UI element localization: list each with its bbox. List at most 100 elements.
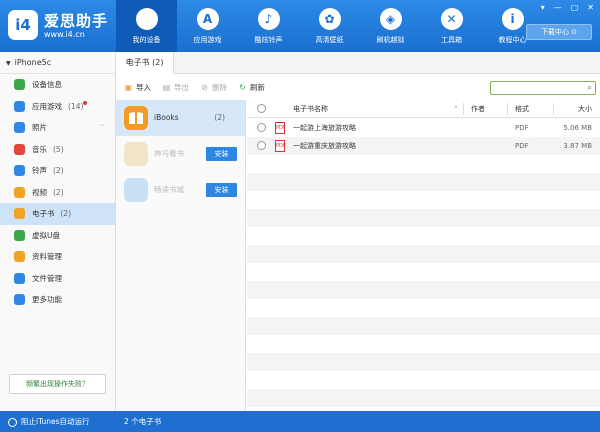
sidebar-item-file[interactable]: 文件管理 — [0, 268, 115, 290]
install-button[interactable]: 安装 — [206, 183, 237, 197]
sidebar-item-photo[interactable]: 照片 ﹀ — [0, 117, 115, 139]
sidebar-item-label: 更多功能 — [32, 295, 62, 304]
sidebar-item-bell[interactable]: 铃声 (2) — [0, 160, 115, 182]
row-checkbox[interactable] — [257, 123, 266, 132]
search-input[interactable]: ⌕ — [490, 81, 596, 95]
tab-strip: 电子书 (2) — [116, 52, 600, 74]
export-button[interactable]: ▤ 导出 — [162, 82, 189, 93]
sort-icon[interactable]: ⌃ — [453, 100, 459, 118]
nav-box[interactable]: ◈ 刷机越狱 — [360, 0, 421, 52]
empty-row — [247, 389, 600, 407]
sidebar-list: 设备信息 应用游戏 (14) 照片 ﹀ 音乐 (5) 铃声 (2) 视频 (2) 电子书 (2) 虚拟U盘… — [0, 74, 115, 311]
sidebar-item-video[interactable]: 视频 (2) — [0, 182, 115, 204]
block-itunes-toggle[interactable]: 阻止iTunes自动运行 — [8, 411, 90, 432]
photo-icon — [14, 122, 25, 133]
header-author[interactable]: 作者 — [471, 100, 485, 118]
nav-label: 高清壁纸 — [315, 36, 344, 44]
app-name: 神马看书 — [154, 149, 184, 158]
nav-label: 我的设备 — [132, 36, 161, 44]
table-row[interactable]: PDF 一起游上海旅游攻略 PDF 5.06 MB — [247, 119, 600, 137]
info-icon — [14, 79, 25, 90]
import-button[interactable]: ▣ 导入 — [124, 82, 151, 93]
sidebar-item-count: (14) — [68, 101, 84, 111]
select-all-checkbox[interactable] — [257, 104, 266, 113]
sidebar-item-label: 电子书 — [32, 209, 55, 218]
download-center-button[interactable]: 下载中心 ⊙ — [526, 24, 592, 40]
empty-row — [247, 245, 600, 263]
window-controls: ▾ — ▢ ✕ — [541, 3, 594, 12]
sidebar-item-label: 音乐 — [32, 144, 47, 154]
header-name[interactable]: 电子书名称 — [293, 100, 328, 118]
ebook-size: 3.87 MB — [563, 142, 592, 150]
sidebar-item-count: (5) — [53, 144, 64, 154]
header-size[interactable]: 大小 — [578, 100, 592, 118]
sidebar: ▼ iPhone5c 设备信息 应用游戏 (14) 照片 ﹀ 音乐 (5) 铃声 (2) 视频 (2)… — [0, 52, 116, 411]
pdf-file-icon: PDF — [275, 140, 286, 152]
nav-bell[interactable]: ♪ 酷炫铃声 — [238, 0, 299, 52]
sidebar-item-appstore[interactable]: 应用游戏 (14) — [0, 96, 115, 118]
delete-label: 删除 — [212, 83, 227, 92]
flower-icon: ✿ — [318, 8, 341, 30]
close-icon[interactable]: ✕ — [587, 3, 594, 12]
ebook-format: PDF — [515, 142, 529, 150]
empty-row — [247, 173, 600, 191]
app-row-shenma: 神马看书 安装 — [116, 136, 245, 172]
app-logo: i4 爱思助手 www.i4.cn — [8, 8, 128, 46]
file-icon — [14, 272, 25, 284]
shenma-reader-icon — [124, 142, 148, 166]
apple-icon — [135, 8, 158, 30]
empty-row — [247, 335, 600, 353]
maximize-icon[interactable]: ▢ — [571, 3, 579, 12]
empty-row — [247, 353, 600, 371]
app-row-ibooks[interactable]: iBooks (2) — [116, 100, 245, 136]
logo-mark: i4 — [8, 10, 38, 40]
menu-icon[interactable]: ▾ — [541, 3, 545, 12]
appstore-icon — [14, 100, 25, 112]
app-source-list: iBooks (2) 神马看书 安装 畅读书城 安装 — [116, 100, 246, 411]
empty-row — [247, 227, 600, 245]
import-icon: ▣ — [124, 83, 133, 92]
block-itunes-label: 阻止iTunes自动运行 — [21, 417, 90, 426]
nav-flower[interactable]: ✿ 高清壁纸 — [299, 0, 360, 52]
book-icon — [14, 208, 25, 219]
app-name: iBooks — [154, 113, 179, 122]
device-name: iPhone5c — [14, 58, 52, 67]
ebook-count: 2 个电子书 — [124, 417, 162, 426]
expand-icon[interactable]: ﹀ — [99, 117, 105, 139]
changdu-reader-icon — [124, 178, 148, 202]
nav-appstore[interactable]: A 应用游戏 — [177, 0, 238, 52]
header-format[interactable]: 格式 — [515, 100, 529, 118]
table-row[interactable]: PDF 一起游重庆旅游攻略 PDF 3.87 MB — [247, 137, 600, 155]
tab-ebooks[interactable]: 电子书 (2) — [116, 52, 174, 74]
empty-row — [247, 281, 600, 299]
appstore-icon: A — [196, 8, 219, 30]
nav-apple[interactable]: 我的设备 — [116, 0, 177, 52]
video-icon — [14, 186, 25, 198]
sidebar-item-info[interactable]: 设备信息 — [0, 74, 115, 96]
install-button[interactable]: 安装 — [206, 147, 237, 161]
delete-button[interactable]: ⊘ 删除 — [200, 82, 227, 93]
sidebar-item-music[interactable]: 音乐 (5) — [0, 139, 115, 161]
minimize-icon[interactable]: — — [554, 3, 562, 12]
ebook-name: 一起游重庆旅游攻略 — [293, 142, 356, 150]
tools-icon: ✕ — [440, 8, 463, 30]
sidebar-item-usb[interactable]: 虚拟U盘 — [0, 225, 115, 247]
search-icon: ⌕ — [587, 83, 592, 92]
empty-row — [247, 209, 600, 227]
box-icon: ◈ — [379, 8, 402, 30]
nav-tools[interactable]: ✕ 工具箱 — [421, 0, 482, 52]
help-link[interactable]: 频繁出现操作失败？ — [9, 374, 106, 394]
row-checkbox[interactable] — [257, 141, 266, 150]
nav-label: 酷炫铃声 — [254, 36, 283, 44]
ebook-format: PDF — [515, 124, 529, 132]
sidebar-item-book[interactable]: 电子书 (2) — [0, 203, 115, 225]
ebook-size: 5.06 MB — [563, 124, 592, 132]
sidebar-item-contacts[interactable]: 资料管理 — [0, 246, 115, 268]
sidebar-item-grid[interactable]: 更多功能 — [0, 289, 115, 311]
device-selector[interactable]: ▼ iPhone5c — [0, 52, 115, 74]
nav-label: 刷机越狱 — [376, 36, 405, 44]
main-nav: 我的设备 A 应用游戏 ♪ 酷炫铃声 ✿ 高清壁纸 ◈ 刷机越狱 ✕ 工具箱 i 教程中心 — [116, 0, 543, 52]
refresh-button[interactable]: ↻ 刷新 — [238, 82, 265, 93]
grid-icon — [14, 294, 25, 305]
column-divider — [507, 103, 508, 115]
